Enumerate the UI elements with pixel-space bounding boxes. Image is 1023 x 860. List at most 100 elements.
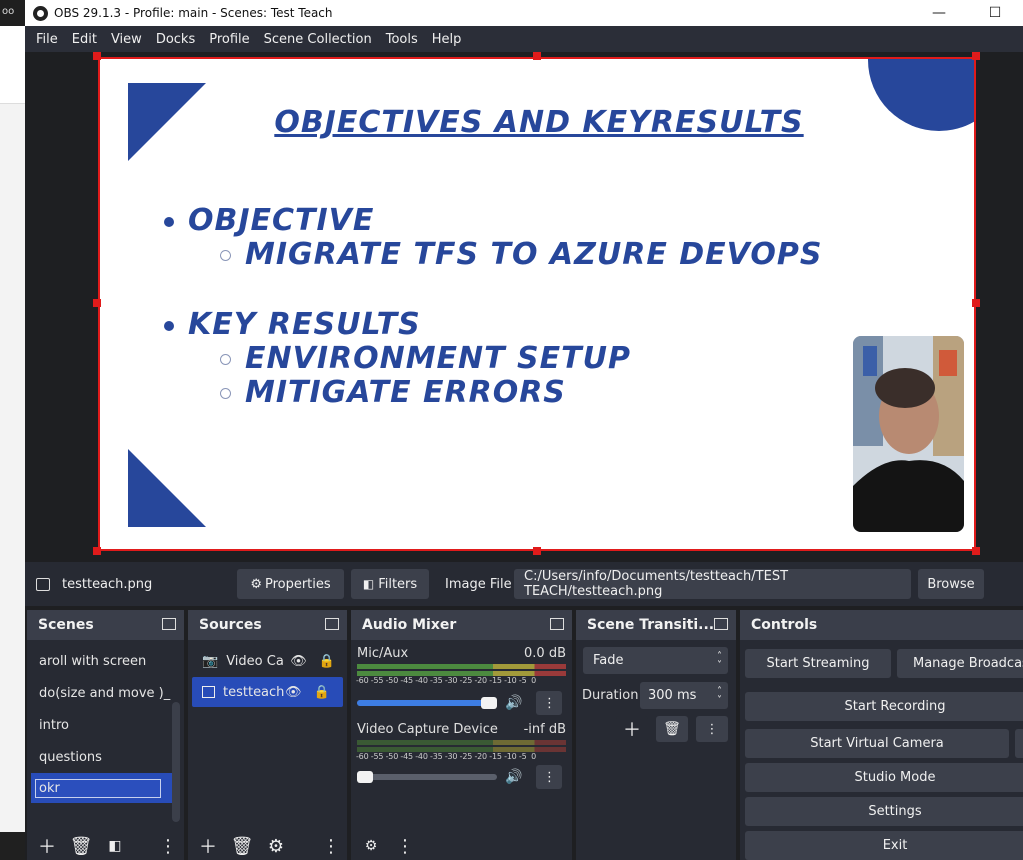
menu-scene-collection[interactable]: Scene Collection [257, 32, 379, 47]
scene-item-selected[interactable]: okr [31, 773, 180, 803]
add-source-icon[interactable]: ＋ [194, 834, 222, 858]
browse-button[interactable]: Browse [918, 569, 984, 599]
source-properties-icon[interactable]: ⚙ [262, 834, 290, 858]
image-source-icon [36, 577, 50, 591]
scene-item[interactable]: do(size and move )_ [27, 677, 184, 709]
resize-handle-b[interactable] [533, 547, 541, 555]
scene-item[interactable]: questions [27, 741, 184, 773]
decorative-triangle-bottom [128, 449, 206, 527]
menu-edit[interactable]: Edit [65, 32, 104, 47]
source-item[interactable]: 📷 Video Cap 👁 🔒 [188, 645, 347, 677]
more-options-icon[interactable]: ⋮ [391, 834, 419, 858]
channel-menu-button[interactable]: ⋮ [536, 765, 563, 789]
scene-filters-icon[interactable]: ◧ [101, 834, 129, 858]
scenes-scrollbar[interactable] [172, 702, 180, 822]
obs-logo-icon [33, 5, 48, 21]
source-toolbar: testteach.png ⚙ Properties ◧ Filters Image… [25, 562, 1023, 606]
minimize-icon[interactable]: — [911, 5, 967, 21]
image-file-label: Image File [445, 576, 512, 592]
menu-tools[interactable]: Tools [379, 32, 425, 47]
selected-source-name: testteach.png [62, 576, 153, 592]
channel-menu-button[interactable]: ⋮ [536, 691, 563, 715]
add-scene-icon[interactable]: ＋ [33, 834, 61, 858]
advanced-audio-icon[interactable]: ⚙ [357, 834, 385, 858]
source-item-selected[interactable]: testteach 👁 🔒 [192, 677, 343, 707]
channel-level: -inf dB [523, 722, 566, 737]
resize-handle-tr[interactable] [972, 52, 980, 60]
remove-source-icon[interactable]: 🗑 [228, 834, 256, 858]
undock-icon[interactable] [550, 618, 564, 630]
remove-transition-button[interactable]: 🗑 [656, 716, 688, 742]
maximize-icon[interactable]: ☐ [967, 5, 1023, 21]
filters-button[interactable]: ◧ Filters [351, 569, 429, 599]
preview-area[interactable]: OBJECTIVES AND KEYRESULTS OBJECTIVE MIGR… [25, 52, 1023, 562]
menu-file[interactable]: File [29, 32, 65, 47]
controls-dock: Controls Start Streaming Manage Broadcas… [740, 610, 1023, 860]
start-recording-button[interactable]: Start Recording [745, 692, 1023, 721]
mixer-channel-video: Video Capture Device -inf dB -60 -55 -50… [351, 722, 572, 789]
meter-scale: -60 -55 -50 -45 -40 -35 -30 -25 -20 -15 … [356, 676, 537, 685]
slide-sub-migrate: MIGRATE TFS TO AZURE DEVOPS [220, 237, 822, 272]
mixer-channel-mic: Mic/Aux 0.0 dB -60 -55 -50 -45 -40 -35 -… [351, 646, 572, 715]
scene-transitions-dock: Scene Transiti... Fade ˄ ˅ Duration 300 m… [576, 610, 736, 860]
sources-title: Sources [199, 617, 262, 633]
channel-name: Video Capture Device [357, 722, 498, 737]
menu-help[interactable]: Help [425, 32, 469, 47]
transition-select[interactable]: Fade ˄ ˅ [583, 647, 728, 674]
remove-scene-icon[interactable]: 🗑 [67, 834, 95, 858]
slide-sub-environment: ENVIRONMENT SETUP [220, 341, 631, 376]
scene-item[interactable]: aroll with screen [27, 645, 184, 677]
exit-button[interactable]: Exit [745, 831, 1023, 860]
preview-canvas[interactable]: OBJECTIVES AND KEYRESULTS OBJECTIVE MIGR… [98, 57, 976, 551]
studio-mode-button[interactable]: Studio Mode [745, 763, 1023, 792]
speaker-icon[interactable]: 🔊 [505, 769, 522, 785]
volume-slider-fill [357, 700, 497, 706]
menu-bar: File Edit View Docks Profile Scene Colle… [25, 26, 1023, 52]
add-transition-button[interactable]: ＋ [616, 716, 648, 742]
virtual-camera-settings-button[interactable] [1015, 729, 1023, 758]
level-meter [357, 664, 566, 669]
settings-button[interactable]: Settings [745, 797, 1023, 826]
undock-icon[interactable] [162, 618, 176, 630]
visibility-eye-icon[interactable]: 👁 [290, 654, 307, 669]
transition-properties-button[interactable]: ⋮ [696, 716, 728, 742]
volume-slider-handle[interactable] [481, 697, 497, 709]
more-options-icon[interactable]: ⋮ [154, 834, 182, 858]
channel-name: Mic/Aux [357, 646, 409, 661]
volume-slider-handle[interactable] [357, 771, 373, 783]
more-options-icon[interactable]: ⋮ [317, 834, 345, 858]
camera-icon: 📷 [202, 653, 219, 669]
image-file-path-field[interactable]: C:/Users/info/Documents/testteach/TEST T… [514, 569, 911, 599]
resize-handle-bl[interactable] [93, 547, 101, 555]
resize-handle-l[interactable] [93, 299, 101, 307]
resize-handle-t[interactable] [533, 52, 541, 60]
slide-title: OBJECTIVES AND KEYRESULTS [274, 105, 804, 140]
undock-icon[interactable] [325, 618, 339, 630]
resize-handle-tl[interactable] [93, 52, 101, 60]
start-virtual-camera-button[interactable]: Start Virtual Camera [745, 729, 1009, 758]
chevron-updown-icon: ˄ ˅ [717, 685, 722, 706]
obs-window: OBS 29.1.3 - Profile: main - Scenes: Tes… [25, 0, 1023, 860]
speaker-icon[interactable]: 🔊 [505, 695, 522, 711]
channel-level: 0.0 dB [524, 646, 566, 661]
manage-broadcast-button[interactable]: Manage Broadcast [897, 649, 1023, 678]
menu-view[interactable]: View [104, 32, 149, 47]
start-streaming-button[interactable]: Start Streaming [745, 649, 891, 678]
background-window-strip: oo [0, 0, 25, 860]
audio-mixer-title: Audio Mixer [362, 617, 457, 633]
menu-profile[interactable]: Profile [202, 32, 256, 47]
volume-slider[interactable] [357, 771, 497, 783]
meter-scale: -60 -55 -50 -45 -40 -35 -30 -25 -20 -15 … [356, 752, 537, 761]
menu-docks[interactable]: Docks [149, 32, 202, 47]
duration-spinbox[interactable]: 300 ms ˄ ˅ [640, 682, 728, 709]
scene-item[interactable]: intro [27, 709, 184, 741]
lock-icon[interactable]: 🔒 [314, 685, 330, 700]
volume-slider[interactable] [357, 697, 497, 709]
undock-icon[interactable] [714, 618, 728, 630]
resize-handle-r[interactable] [972, 299, 980, 307]
visibility-eye-icon[interactable]: 👁 [285, 685, 302, 700]
properties-button[interactable]: ⚙ Properties [237, 569, 344, 599]
resize-handle-br[interactable] [972, 547, 980, 555]
image-icon [202, 686, 215, 698]
lock-icon[interactable]: 🔒 [319, 654, 335, 669]
